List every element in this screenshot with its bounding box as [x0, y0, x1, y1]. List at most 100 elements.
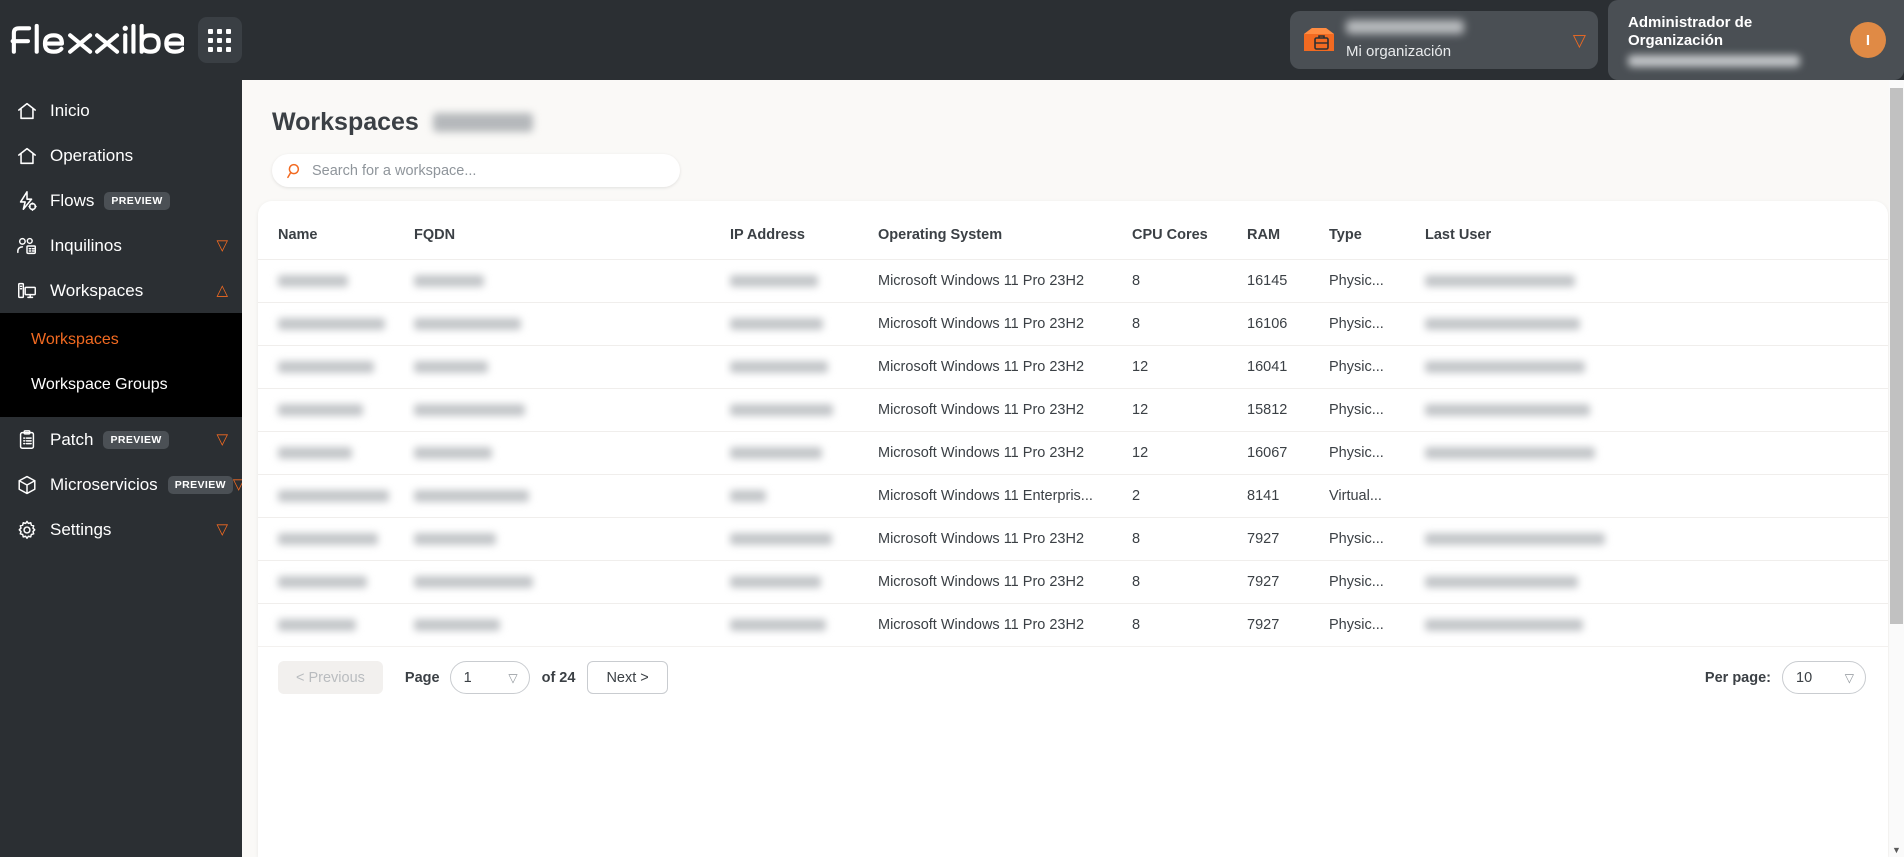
sidebar-item-workspaces[interactable]: Workspaces △ [0, 268, 242, 313]
page-scrollbar[interactable]: ▼ [1889, 80, 1904, 857]
sidebar-subitem-workspace-groups[interactable]: Workspace Groups [0, 362, 242, 407]
sidebar-item-flows[interactable]: Flows PREVIEW [0, 178, 242, 223]
table-row[interactable]: Microsoft Windows 11 Pro 23H2 12 16041 Phys… [258, 345, 1888, 389]
table-row[interactable]: Microsoft Windows 11 Pro 23H2 8 7927 Physic… [258, 517, 1888, 561]
column-header-type[interactable]: Type [1323, 201, 1419, 260]
home-icon [16, 100, 42, 122]
organization-selector[interactable]: Mi organización ▽ [1290, 11, 1598, 69]
cell-name [258, 517, 408, 561]
column-header-name[interactable]: Name [258, 201, 408, 260]
cell-name [258, 259, 408, 303]
sidebar-item-label: Workspaces [50, 280, 144, 300]
sidebar-subitem-workspaces[interactable]: Workspaces [0, 317, 242, 362]
cell-name [258, 302, 408, 346]
last-user-redacted [1425, 576, 1578, 589]
sidebar-item-microservicios[interactable]: Microservicios PREVIEW ▽ [0, 462, 242, 507]
table-header-row: Name FQDN IP Address Operating System CP… [258, 201, 1888, 260]
brand-zone [0, 17, 242, 63]
cell-ip-address [724, 388, 872, 432]
last-user-redacted [1425, 533, 1605, 546]
chevron-down-icon[interactable]: ▽ [216, 238, 228, 253]
name-redacted [278, 318, 385, 331]
chevron-down-icon[interactable]: ▽ [216, 522, 228, 537]
name-redacted [278, 404, 363, 417]
column-header-last-user[interactable]: Last User [1419, 201, 1888, 260]
cell-ip-address [724, 560, 872, 604]
cell-ip-address [724, 345, 872, 389]
apps-grid-button[interactable] [197, 17, 242, 63]
cell-last-user [1419, 603, 1888, 646]
page-title: Workspaces [272, 107, 419, 136]
name-redacted [278, 576, 367, 589]
fqdn-redacted [414, 318, 521, 331]
cell-type: Virtual... [1323, 474, 1419, 518]
sidebar-item-patch[interactable]: Patch PREVIEW ▽ [0, 417, 242, 462]
last-user-redacted [1425, 447, 1595, 460]
ip-redacted [730, 404, 833, 417]
next-page-button[interactable]: Next > [587, 661, 668, 694]
column-header-ram[interactable]: RAM [1241, 201, 1323, 260]
grid-apps-icon [208, 28, 232, 52]
last-user-redacted [1425, 361, 1585, 374]
user-profile-panel[interactable]: Administrador de Organización I [1608, 0, 1904, 80]
chevron-up-icon[interactable]: △ [216, 283, 228, 298]
previous-page-button[interactable]: < Previous [278, 661, 383, 694]
cell-operating-system: Microsoft Windows 11 Pro 23H2 [872, 431, 1126, 475]
chevron-down-icon[interactable]: ▽ [233, 477, 242, 492]
scroll-down-arrow-icon[interactable]: ▼ [1889, 842, 1904, 857]
scrollbar-thumb[interactable] [1890, 88, 1903, 624]
cell-type: Physic... [1323, 431, 1419, 475]
last-user-redacted [1425, 318, 1580, 331]
users-building-icon [16, 235, 42, 257]
sidebar-item-settings[interactable]: Settings ▽ [0, 507, 242, 552]
per-page-select[interactable]: 10 ▽ [1782, 661, 1866, 694]
cell-ram: 16145 [1241, 259, 1323, 303]
gear-icon [16, 519, 42, 541]
cell-ram: 16067 [1241, 431, 1323, 475]
column-header-fqdn[interactable]: FQDN [408, 201, 724, 260]
sidebar-item-inicio[interactable]: Inicio [0, 88, 242, 133]
avatar: I [1850, 22, 1886, 58]
column-header-ip-address[interactable]: IP Address [724, 201, 872, 260]
cell-ip-address [724, 474, 872, 518]
table-row[interactable]: Microsoft Windows 11 Pro 23H2 8 16145 Physi… [258, 259, 1888, 303]
cell-fqdn [408, 517, 724, 561]
fqdn-redacted [414, 533, 496, 546]
cell-last-user [1419, 517, 1888, 561]
name-redacted [278, 275, 348, 288]
table-row[interactable]: Microsoft Windows 11 Pro 23H2 8 7927 Physic… [258, 603, 1888, 646]
user-texts: Administrador de Organización [1628, 14, 1850, 67]
chevron-down-icon[interactable]: ▽ [216, 432, 228, 447]
table-row[interactable]: Microsoft Windows 11 Pro 23H2 12 15812 Phys… [258, 388, 1888, 432]
preview-badge: PREVIEW [103, 430, 169, 449]
cell-operating-system: Microsoft Windows 11 Pro 23H2 [872, 603, 1126, 646]
organization-text: Mi organización [1346, 20, 1567, 60]
cell-cpu-cores: 8 [1126, 560, 1241, 604]
table-row[interactable]: Microsoft Windows 11 Pro 23H2 8 16106 Physi… [258, 302, 1888, 346]
cell-type: Physic... [1323, 345, 1419, 389]
cell-ram: 7927 [1241, 603, 1323, 646]
search-icon [287, 163, 300, 178]
cell-ip-address [724, 302, 872, 346]
sidebar-item-inquilinos[interactable]: Inquilinos ▽ [0, 223, 242, 268]
page-number-select[interactable]: 1 ▽ [449, 661, 530, 694]
cell-ram: 7927 [1241, 560, 1323, 604]
flexxible-logo[interactable] [8, 18, 184, 62]
cell-last-user [1419, 388, 1888, 432]
cell-type: Physic... [1323, 560, 1419, 604]
search-box[interactable] [272, 154, 680, 187]
ip-redacted [730, 361, 828, 374]
table-row[interactable]: Microsoft Windows 11 Pro 23H2 8 7927 Physic… [258, 560, 1888, 604]
table-row[interactable]: Microsoft Windows 11 Enterpris... 2 8141 Vi… [258, 474, 1888, 518]
body-row: Inicio Operations Flows PREVIEW Inquilin… [0, 80, 1904, 857]
main-content: Workspaces Na [242, 80, 1904, 857]
search-input[interactable] [312, 162, 666, 179]
cell-type: Physic... [1323, 603, 1419, 646]
cell-ram: 16106 [1241, 302, 1323, 346]
sidebar-item-operations[interactable]: Operations [0, 133, 242, 178]
table-row[interactable]: Microsoft Windows 11 Pro 23H2 12 16067 Phys… [258, 431, 1888, 475]
name-redacted [278, 447, 352, 460]
column-header-operating-system[interactable]: Operating System [872, 201, 1126, 260]
cell-ip-address [724, 259, 872, 303]
column-header-cpu-cores[interactable]: CPU Cores [1126, 201, 1241, 260]
